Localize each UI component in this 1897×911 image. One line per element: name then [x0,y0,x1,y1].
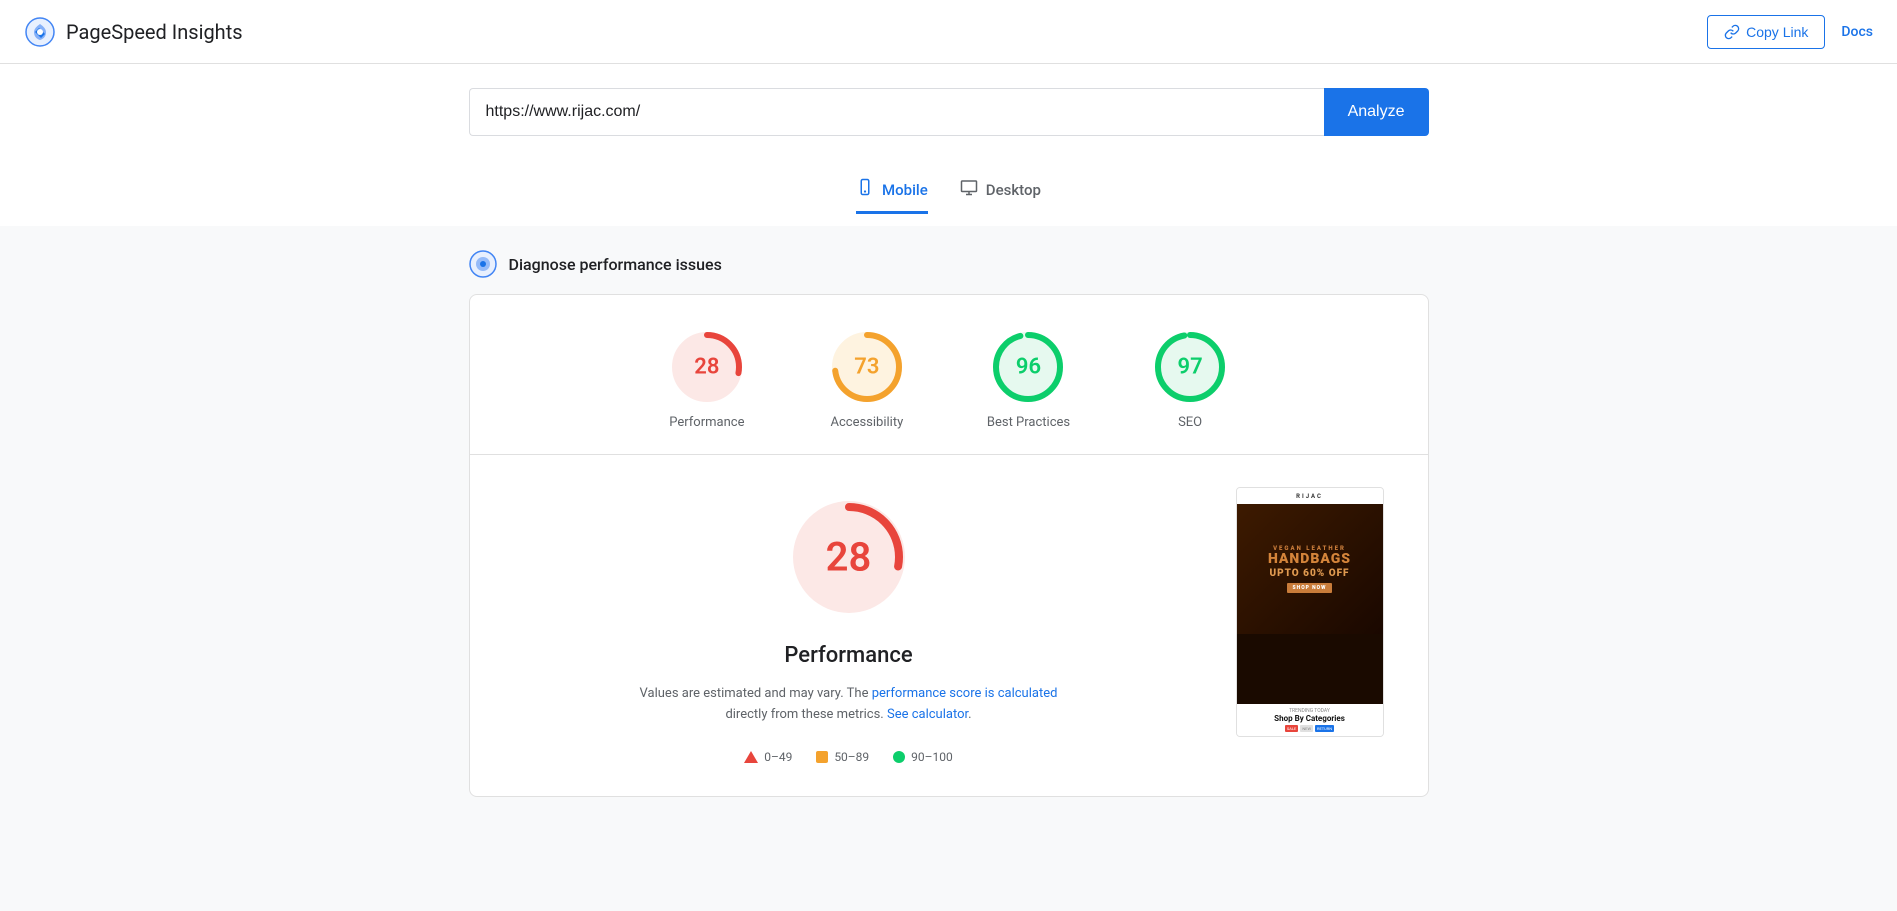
diagnose-container: Diagnose performance issues [469,250,1429,278]
tab-mobile[interactable]: Mobile [856,168,928,214]
perf-description: Values are estimated and may vary. The p… [639,684,1059,726]
screenshot-preview: RIJAC VEGAN LEATHER HANDBAGS UPTO 60% OF… [1236,487,1396,764]
poor-range: 0–49 [764,750,792,764]
screenshot-banner: VEGAN LEATHER HANDBAGS UPTO 60% OFF SHOP… [1237,504,1383,704]
perf-desc-suffix: . [968,707,971,722]
banner-discount: UPTO 60% OFF [1269,568,1349,579]
big-performance-circle: 28 [779,487,919,627]
diagnose-section: Diagnose performance issues [0,226,1897,294]
tab-desktop[interactable]: Desktop [960,168,1041,214]
performance-score: 28 [694,355,719,380]
accessibility-score: 73 [854,355,879,380]
diagnose-icon [469,250,497,278]
shop-categories-title: Shop By Categories [1241,714,1379,723]
header-actions: Copy Link Docs [1707,15,1873,49]
legend-good: 90–100 [893,750,953,764]
tabs-section: Mobile Desktop [0,156,1897,226]
diagnose-title: Diagnose performance issues [509,255,722,274]
performance-detail: 28 Performance Values are estimated and … [470,455,1428,796]
score-item-performance: 28 Performance [667,327,747,430]
perf-score-link[interactable]: performance score is calculated [872,686,1058,701]
results-section: 28 Performance 73 Accessibility [0,294,1897,817]
seo-label: SEO [1178,415,1202,430]
analyze-button[interactable]: Analyze [1324,88,1429,136]
cat-labels: SALE NEW RETURN [1241,725,1379,732]
needs-improvement-icon [816,751,828,763]
copy-link-label: Copy Link [1746,24,1808,40]
performance-circle: 28 [667,327,747,407]
cat-badge-sale: SALE [1285,725,1298,732]
app-header: PageSpeed Insights Copy Link Docs [0,0,1897,64]
perf-calculator-link[interactable]: See calculator [887,707,968,722]
legend-poor: 0–49 [744,750,792,764]
screenshot-frame: RIJAC VEGAN LEATHER HANDBAGS UPTO 60% OF… [1236,487,1384,737]
score-item-best-practices: 96 Best Practices [987,327,1070,430]
tab-desktop-label: Desktop [986,181,1041,199]
best-practices-label: Best Practices [987,415,1070,430]
results-card: 28 Performance 73 Accessibility [469,294,1429,797]
search-section: Analyze [0,64,1897,156]
handbag-promo: VEGAN LEATHER HANDBAGS UPTO 60% OFF SHOP… [1237,504,1383,634]
score-item-accessibility: 73 Accessibility [827,327,907,430]
seo-circle: 97 [1150,327,1230,407]
perf-desc-mid: directly from these metrics. [725,707,887,722]
banner-cta: SHOP NOW [1287,583,1333,593]
score-legend: 0–49 50–89 90–100 [744,750,953,764]
scores-row: 28 Performance 73 Accessibility [470,295,1428,454]
accessibility-label: Accessibility [830,415,903,430]
big-performance-score: 28 [826,534,872,581]
screenshot-brand: RIJAC [1296,493,1323,500]
good-icon [893,751,905,763]
tabs-container: Mobile Desktop [856,168,1041,214]
desktop-icon [960,178,978,201]
docs-link[interactable]: Docs [1841,24,1873,40]
cat-badge-return: RETURN [1315,725,1334,732]
screenshot-body: TRENDING TODAY Shop By Categories SALE N… [1237,704,1383,736]
perf-left-panel: 28 Performance Values are estimated and … [502,487,1196,764]
accessibility-circle: 73 [827,327,907,407]
needs-improvement-range: 50–89 [834,750,869,764]
legend-needs-improvement: 50–89 [816,750,869,764]
poor-icon [744,751,758,763]
pagespeed-logo-icon [24,16,56,48]
score-item-seo: 97 SEO [1150,327,1230,430]
tab-mobile-label: Mobile [882,181,928,199]
header-logo-area: PageSpeed Insights [24,16,243,48]
screenshot-nav-bar: RIJAC [1237,488,1383,504]
seo-score: 97 [1178,355,1203,380]
copy-link-button[interactable]: Copy Link [1707,15,1825,49]
perf-desc-prefix: Values are estimated and may vary. The [640,686,872,701]
link-icon [1724,24,1740,40]
app-title: PageSpeed Insights [66,20,243,44]
good-range: 90–100 [911,750,953,764]
search-container: Analyze [469,88,1429,136]
url-input[interactable] [469,88,1324,136]
best-practices-score: 96 [1016,355,1041,380]
cat-badge-new: NEW [1300,725,1313,732]
perf-title: Performance [784,643,912,668]
mobile-icon [856,178,874,201]
banner-title: HANDBAGS [1268,552,1351,567]
best-practices-circle: 96 [988,327,1068,407]
performance-label: Performance [669,415,744,430]
